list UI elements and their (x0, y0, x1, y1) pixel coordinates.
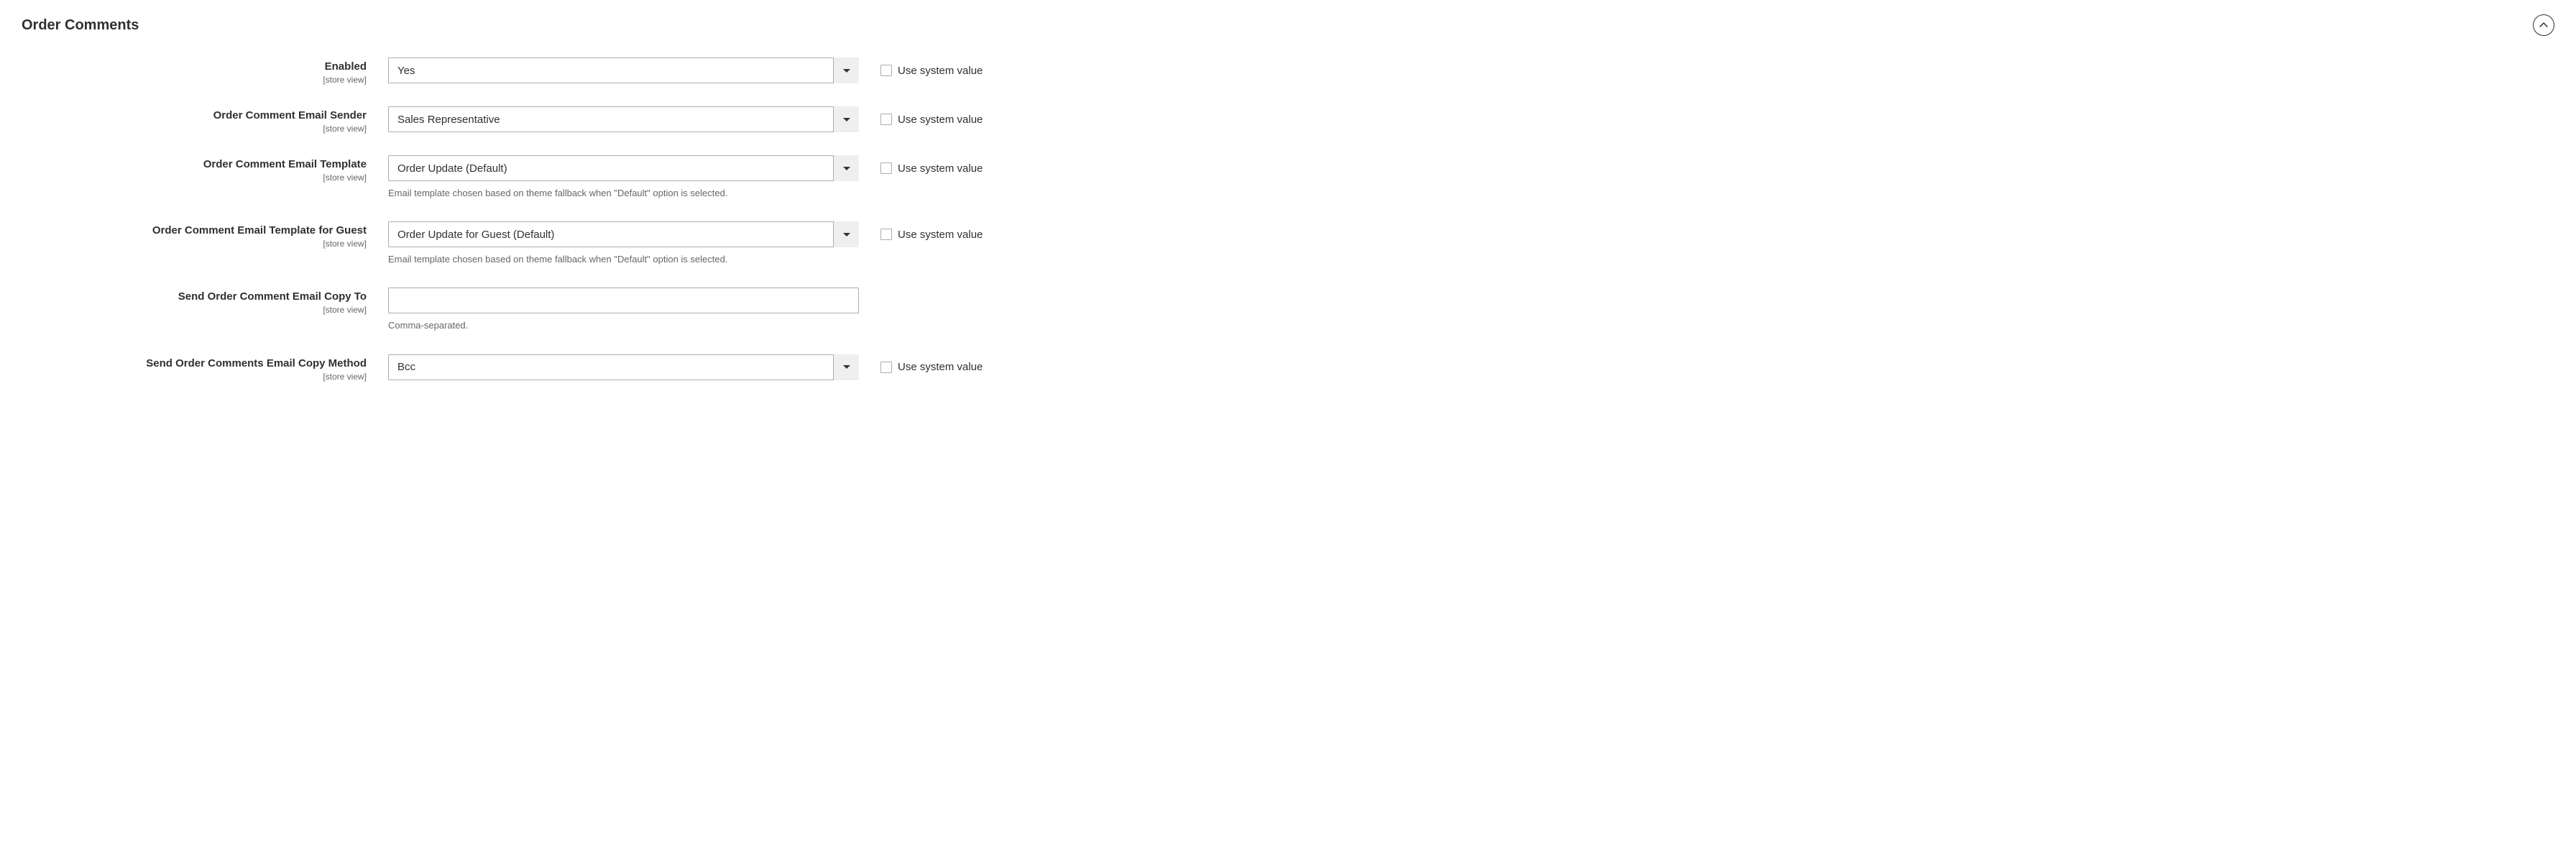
field-hint: Comma-separated. (388, 319, 859, 332)
use-system-value-label[interactable]: Use system value (898, 162, 983, 175)
scope-label: [store view] (22, 75, 367, 85)
select-wrap: Sales Representative (388, 106, 859, 132)
select-wrap: Yes (388, 58, 859, 83)
use-system-value-checkbox[interactable] (880, 65, 892, 76)
field-row-copy-method: Send Order Comments Email Copy Method [s… (22, 354, 2554, 382)
field-row-template-guest: Order Comment Email Template for Guest [… (22, 221, 2554, 266)
use-system-value-checkbox[interactable] (880, 162, 892, 174)
sender-select[interactable]: Sales Representative (388, 106, 859, 132)
field-hint: Email template chosen based on theme fal… (388, 253, 859, 266)
enabled-select[interactable]: Yes (388, 58, 859, 83)
scope-label: [store view] (22, 239, 367, 249)
system-value-col: Use system value (859, 58, 983, 83)
system-value-col: Use system value (859, 354, 983, 380)
label-col: Enabled [store view] (22, 58, 388, 85)
use-system-value-checkbox[interactable] (880, 229, 892, 240)
chevron-up-icon (2539, 22, 2548, 28)
scope-label: [store view] (22, 305, 367, 315)
label-col: Send Order Comments Email Copy Method [s… (22, 354, 388, 382)
control-col: Order Update (Default) Email template ch… (388, 155, 859, 200)
control-col: Bcc (388, 354, 859, 380)
control-col: Sales Representative (388, 106, 859, 132)
field-row-copy-to: Send Order Comment Email Copy To [store … (22, 288, 2554, 332)
template-select[interactable]: Order Update (Default) (388, 155, 859, 181)
control-col: Comma-separated. (388, 288, 859, 332)
system-value-col (859, 288, 880, 313)
field-label: Send Order Comments Email Copy Method (146, 357, 367, 369)
template-guest-select[interactable]: Order Update for Guest (Default) (388, 221, 859, 247)
field-label: Order Comment Email Sender (213, 109, 367, 121)
system-value-col: Use system value (859, 155, 983, 181)
section-header: Order Comments (22, 14, 2554, 36)
field-label: Order Comment Email Template (203, 158, 367, 170)
field-label: Enabled (325, 60, 367, 73)
field-label: Order Comment Email Template for Guest (152, 224, 367, 236)
label-col: Order Comment Email Template for Guest [… (22, 221, 388, 249)
label-col: Order Comment Email Sender [store view] (22, 106, 388, 134)
field-row-enabled: Enabled [store view] Yes Use system valu… (22, 58, 2554, 85)
section-title: Order Comments (22, 17, 139, 34)
use-system-value-label[interactable]: Use system value (898, 361, 983, 373)
control-col: Yes (388, 58, 859, 83)
use-system-value-label[interactable]: Use system value (898, 65, 983, 77)
use-system-value-checkbox[interactable] (880, 362, 892, 373)
label-col: Send Order Comment Email Copy To [store … (22, 288, 388, 315)
select-wrap: Bcc (388, 354, 859, 380)
field-row-template: Order Comment Email Template [store view… (22, 155, 2554, 200)
use-system-value-label[interactable]: Use system value (898, 114, 983, 126)
use-system-value-checkbox[interactable] (880, 114, 892, 125)
field-hint: Email template chosen based on theme fal… (388, 187, 859, 200)
order-comments-section: Order Comments Enabled [store view] Yes (0, 0, 2576, 418)
system-value-col: Use system value (859, 221, 983, 247)
use-system-value-label[interactable]: Use system value (898, 229, 983, 241)
collapse-toggle-button[interactable] (2533, 14, 2554, 36)
select-wrap: Order Update (Default) (388, 155, 859, 181)
system-value-col: Use system value (859, 106, 983, 132)
form-rows: Enabled [store view] Yes Use system valu… (22, 58, 2554, 403)
scope-label: [store view] (22, 173, 367, 183)
scope-label: [store view] (22, 124, 367, 134)
scope-label: [store view] (22, 372, 367, 382)
copy-method-select[interactable]: Bcc (388, 354, 859, 380)
control-col: Order Update for Guest (Default) Email t… (388, 221, 859, 266)
copy-to-input[interactable] (388, 288, 859, 313)
label-col: Order Comment Email Template [store view… (22, 155, 388, 183)
select-wrap: Order Update for Guest (Default) (388, 221, 859, 247)
field-row-sender: Order Comment Email Sender [store view] … (22, 106, 2554, 134)
field-label: Send Order Comment Email Copy To (178, 290, 367, 303)
